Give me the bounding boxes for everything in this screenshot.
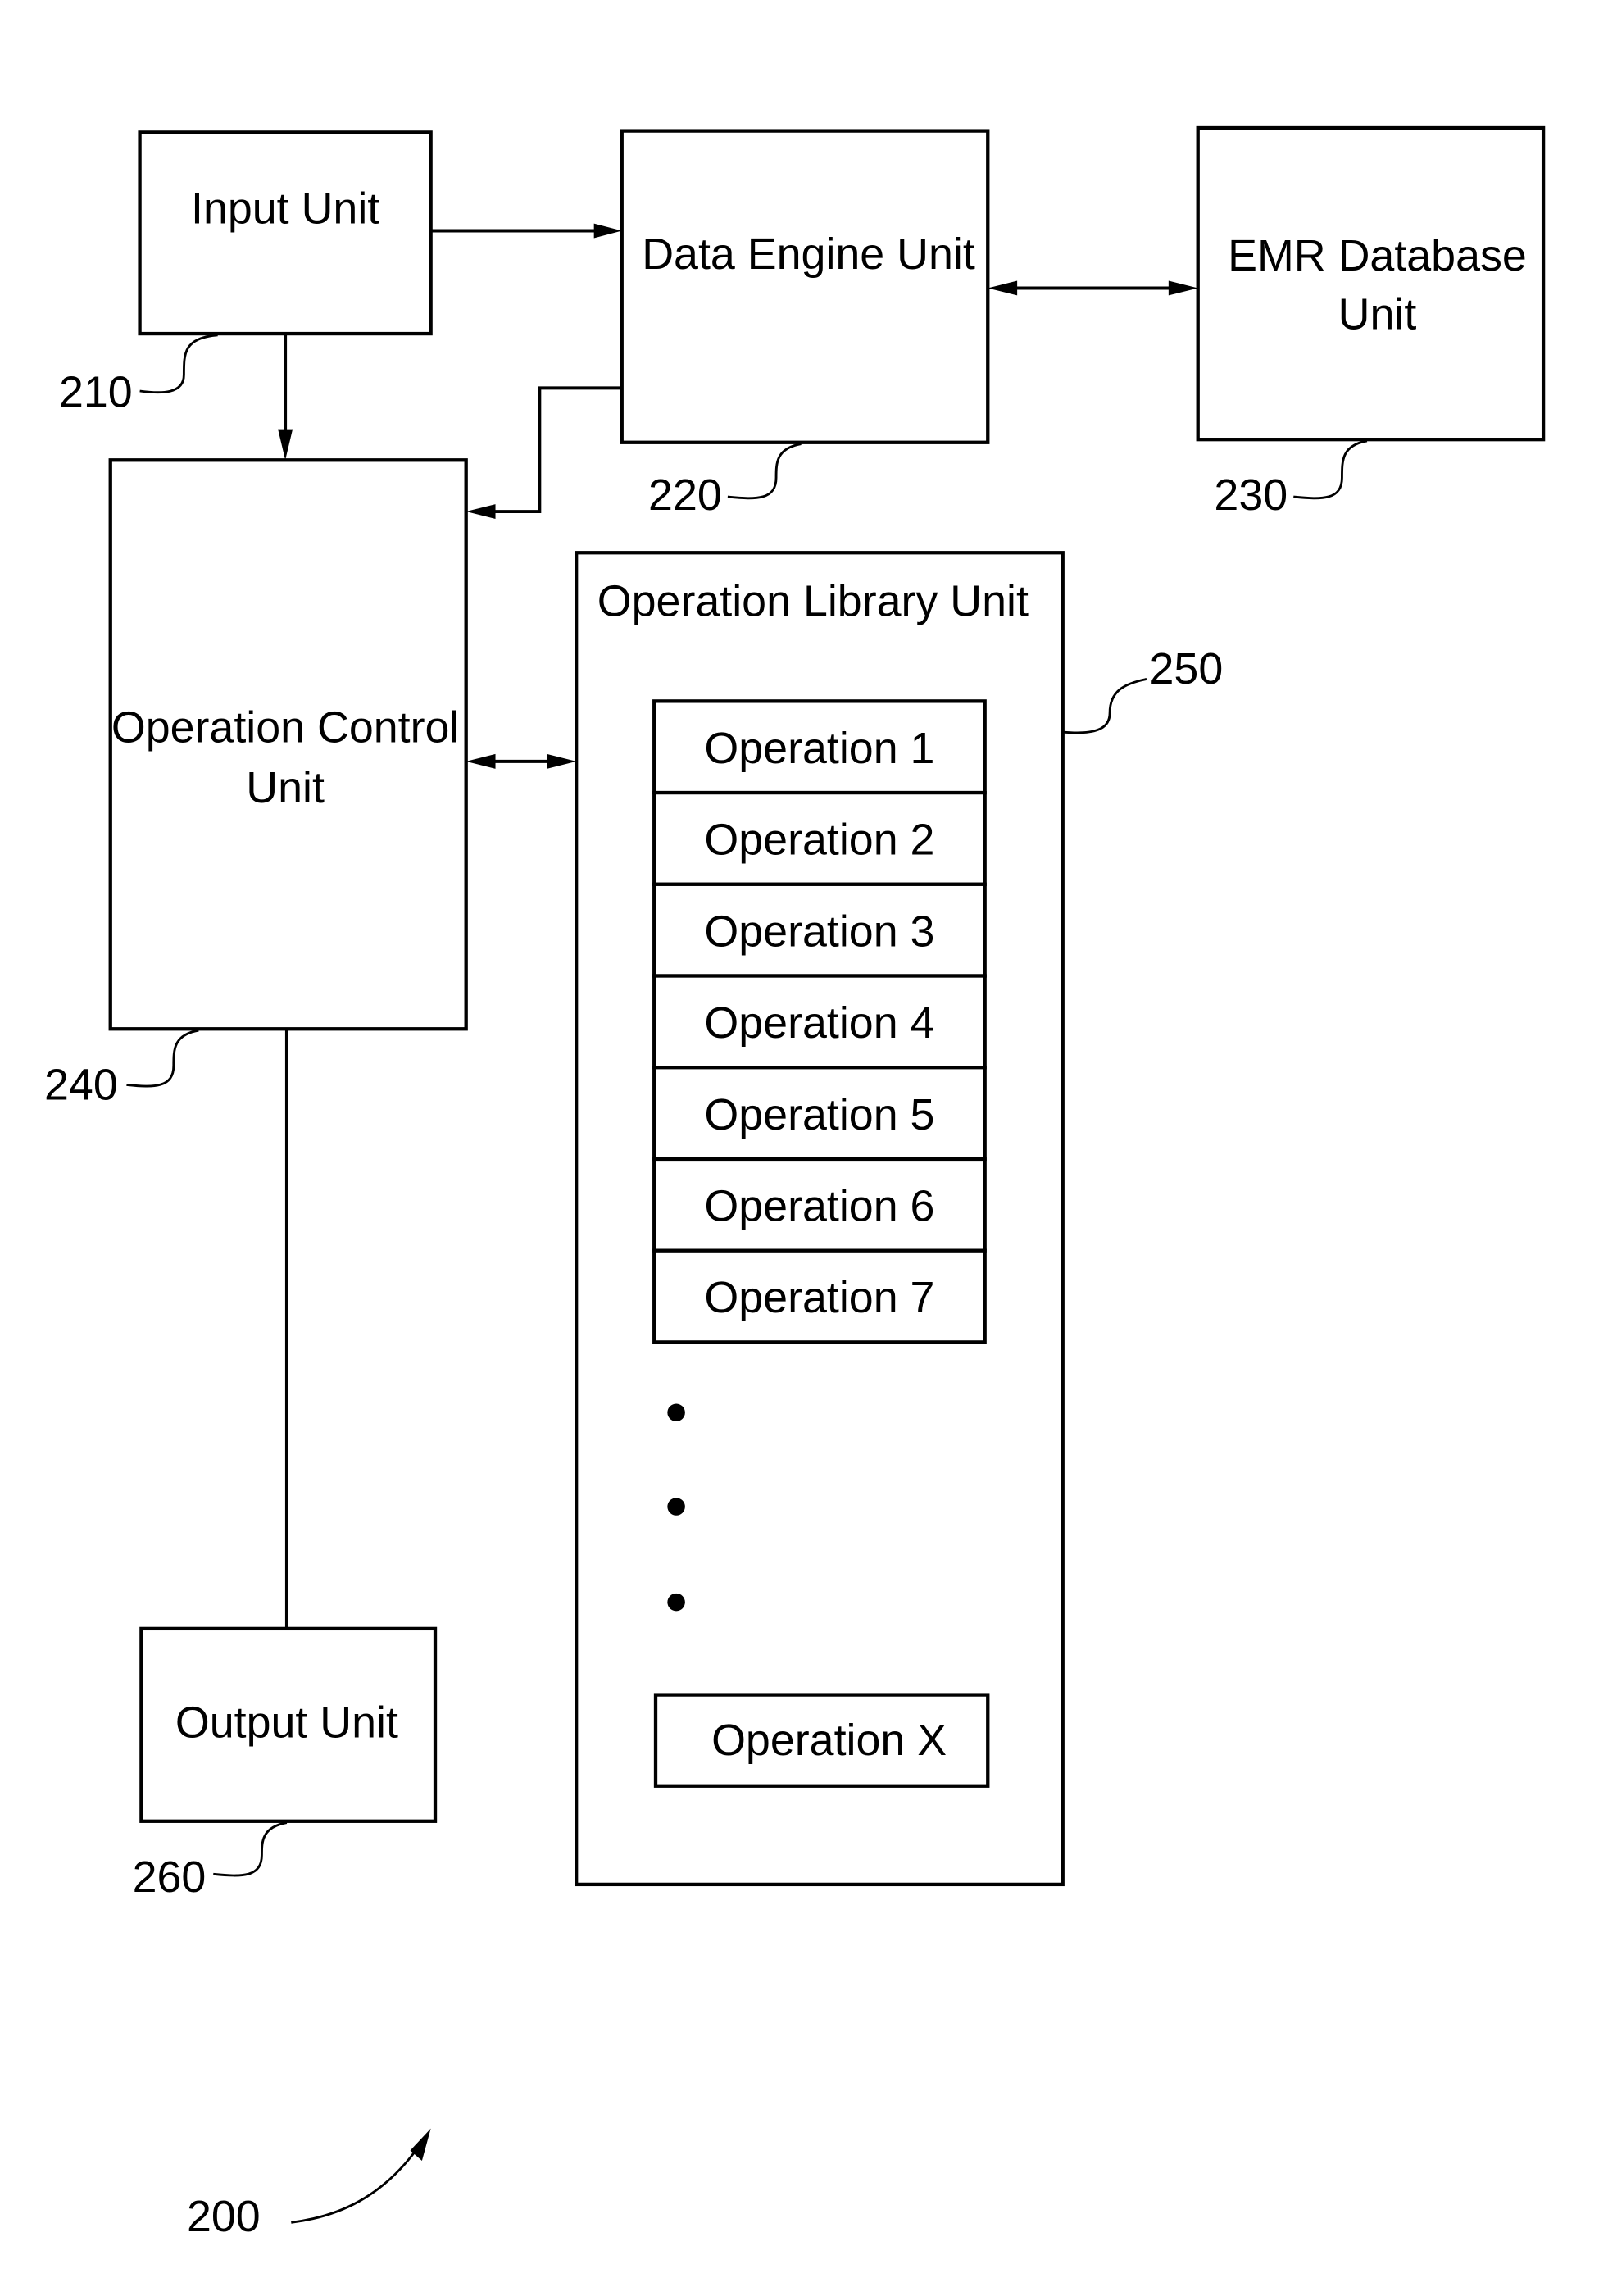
operation-row: Operation 5	[652, 1066, 987, 1162]
operation-row-label: Operation 5	[704, 1090, 934, 1139]
arrowhead-icon	[466, 504, 496, 520]
operation-x: Operation X	[653, 1693, 990, 1788]
operation-row-label: Operation 1	[704, 724, 934, 773]
ref-leader-250	[1062, 678, 1147, 734]
emr-database-unit-label-line-1: EMR Database	[1228, 231, 1527, 280]
operation-row-label: Operation 6	[704, 1182, 934, 1231]
input-unit: Input Unit	[138, 130, 433, 336]
arrowhead-icon	[410, 2128, 431, 2162]
arrowhead-icon	[278, 429, 293, 461]
ref-leader-220	[727, 443, 802, 500]
ref-230: 230	[1214, 471, 1288, 520]
operation-row: Operation 4	[652, 974, 987, 1070]
ellipsis-dot	[667, 1498, 685, 1516]
ref-210: 210	[59, 368, 133, 417]
ref-leader-210	[139, 334, 218, 394]
operation-row: Operation 3	[652, 882, 987, 978]
ref-leader-260	[213, 1821, 288, 1877]
arrowhead-icon	[547, 753, 577, 769]
operation-row-label: Operation 7	[704, 1273, 934, 1322]
operation-row: Operation 1	[652, 699, 987, 795]
ref-260: 260	[133, 1853, 207, 1902]
data-engine-unit: Data Engine Unit	[620, 129, 990, 444]
operations-list: Operation 1 Operation 2 Operation 3 Operati…	[652, 699, 987, 1344]
arrowhead-icon	[466, 753, 496, 769]
data-engine-unit-label: Data Engine Unit	[642, 230, 975, 279]
output-unit-label: Output Unit	[175, 1698, 398, 1748]
operation-library-unit-label: Operation Library Unit	[597, 576, 1029, 625]
ellipsis-dot	[667, 1593, 685, 1612]
arrowhead-icon	[1168, 280, 1198, 296]
input-unit-label: Input Unit	[191, 184, 379, 234]
output-unit: Output Unit	[139, 1626, 438, 1823]
ellipsis-dot	[667, 1403, 685, 1422]
ref-250: 250	[1150, 644, 1224, 693]
ref-leader-230	[1293, 439, 1368, 500]
operation-control-unit-label-line-1: Operation Control	[111, 703, 459, 752]
arrowhead-icon	[593, 223, 622, 239]
connector-data-engine-to-operation-control	[488, 386, 622, 514]
operation-row: Operation 2	[652, 790, 987, 886]
operation-row-label: Operation 3	[704, 907, 934, 956]
operation-control-unit-label-line-2: Unit	[246, 763, 325, 812]
figure-pointer-arrow	[291, 2145, 420, 2224]
operation-x-label: Operation X	[711, 1716, 947, 1765]
ref-240: 240	[44, 1060, 118, 1109]
ref-220: 220	[648, 471, 722, 520]
block-diagram: Input Unit 210 Data Engine Unit 220 EMR …	[44, 125, 1546, 2241]
ref-leader-240	[126, 1029, 199, 1088]
operation-row-label: Operation 2	[704, 816, 934, 865]
emr-database-unit: EMR Database Unit	[1196, 125, 1546, 442]
arrowhead-icon	[988, 280, 1018, 296]
operation-row: Operation 6	[652, 1157, 987, 1253]
figure-number: 200	[187, 2192, 261, 2241]
operation-row: Operation 7	[652, 1248, 987, 1344]
operation-control-unit: Operation Control Unit	[108, 458, 468, 1031]
operation-row-label: Operation 4	[704, 998, 934, 1048]
emr-database-unit-label-line-2: Unit	[1338, 290, 1417, 339]
